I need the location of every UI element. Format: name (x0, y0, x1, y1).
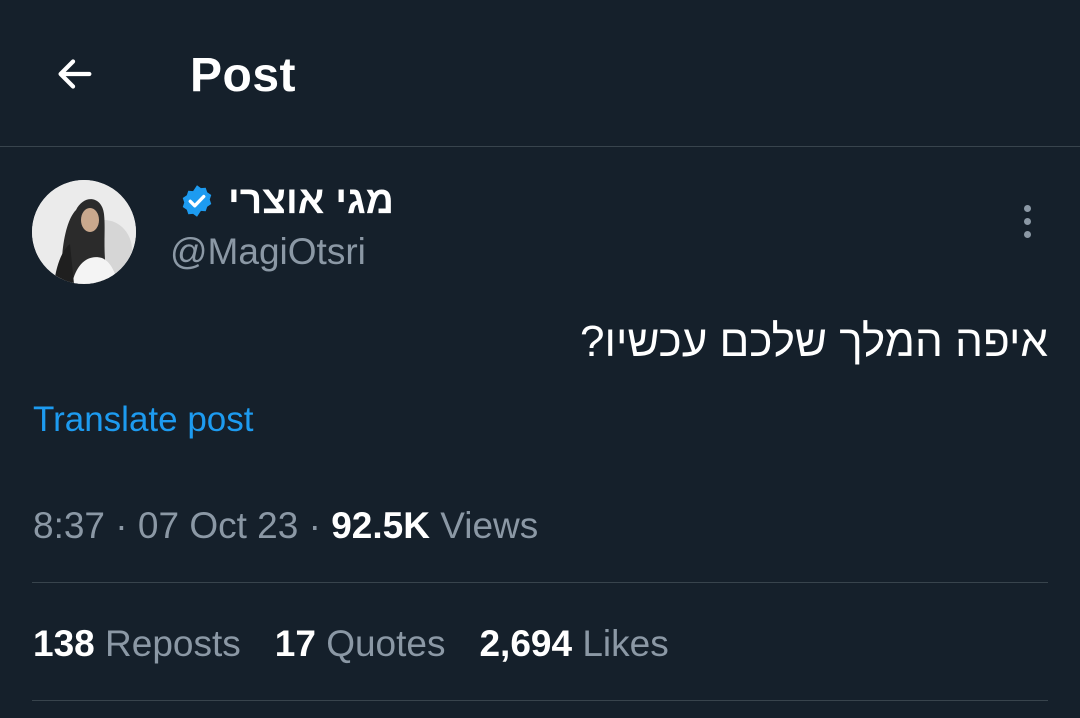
post-detail-screen: Post מגי אוצרי @MagiOtsri איפה המלך שלכם… (0, 0, 1080, 718)
reposts-stat[interactable]: 138 Reposts (33, 620, 241, 668)
views-label: Views (440, 505, 539, 546)
avatar[interactable] (32, 180, 136, 284)
translate-post-link[interactable]: Translate post (33, 398, 253, 442)
quotes-label: Quotes (326, 623, 446, 664)
avatar-photo (32, 180, 136, 284)
quotes-count: 17 (274, 623, 316, 664)
arrow-left-icon (58, 59, 92, 89)
post-text: איפה המלך שלכם עכשיו? (580, 317, 1048, 366)
post-time[interactable]: 8:37 (33, 505, 105, 546)
divider (32, 700, 1048, 701)
meta-separator: · (115, 505, 128, 546)
likes-stat[interactable]: 2,694 Likes (479, 620, 668, 668)
reposts-count: 138 (33, 623, 95, 664)
likes-label: Likes (582, 623, 669, 664)
author-display-name: מגי אוצרי (228, 179, 394, 222)
more-dots-icon (1023, 217, 1031, 225)
engagement-stats: 138 Reposts 17 Quotes 2,694 Likes (33, 620, 669, 668)
quotes-stat[interactable]: 17 Quotes (275, 620, 446, 668)
author-name-row[interactable]: מגי אוצרי (178, 177, 394, 225)
post-meta: 8:37 · 07 Oct 23 · 92.5K Views (33, 502, 538, 550)
more-dots-icon (1023, 230, 1031, 238)
post-date[interactable]: 07 Oct 23 (138, 505, 298, 546)
back-button[interactable] (46, 46, 102, 102)
meta-separator: · (308, 505, 321, 546)
page-title: Post (190, 49, 297, 102)
more-dots-icon (1023, 204, 1031, 212)
verified-badge-icon (178, 182, 216, 220)
divider (32, 582, 1048, 583)
more-options-button[interactable] (1006, 198, 1048, 244)
likes-count: 2,694 (479, 623, 573, 664)
top-bar: Post (0, 0, 1080, 147)
views-count[interactable]: 92.5K (331, 505, 430, 546)
reposts-label: Reposts (105, 623, 241, 664)
author-handle[interactable]: @MagiOtsri (170, 228, 366, 276)
